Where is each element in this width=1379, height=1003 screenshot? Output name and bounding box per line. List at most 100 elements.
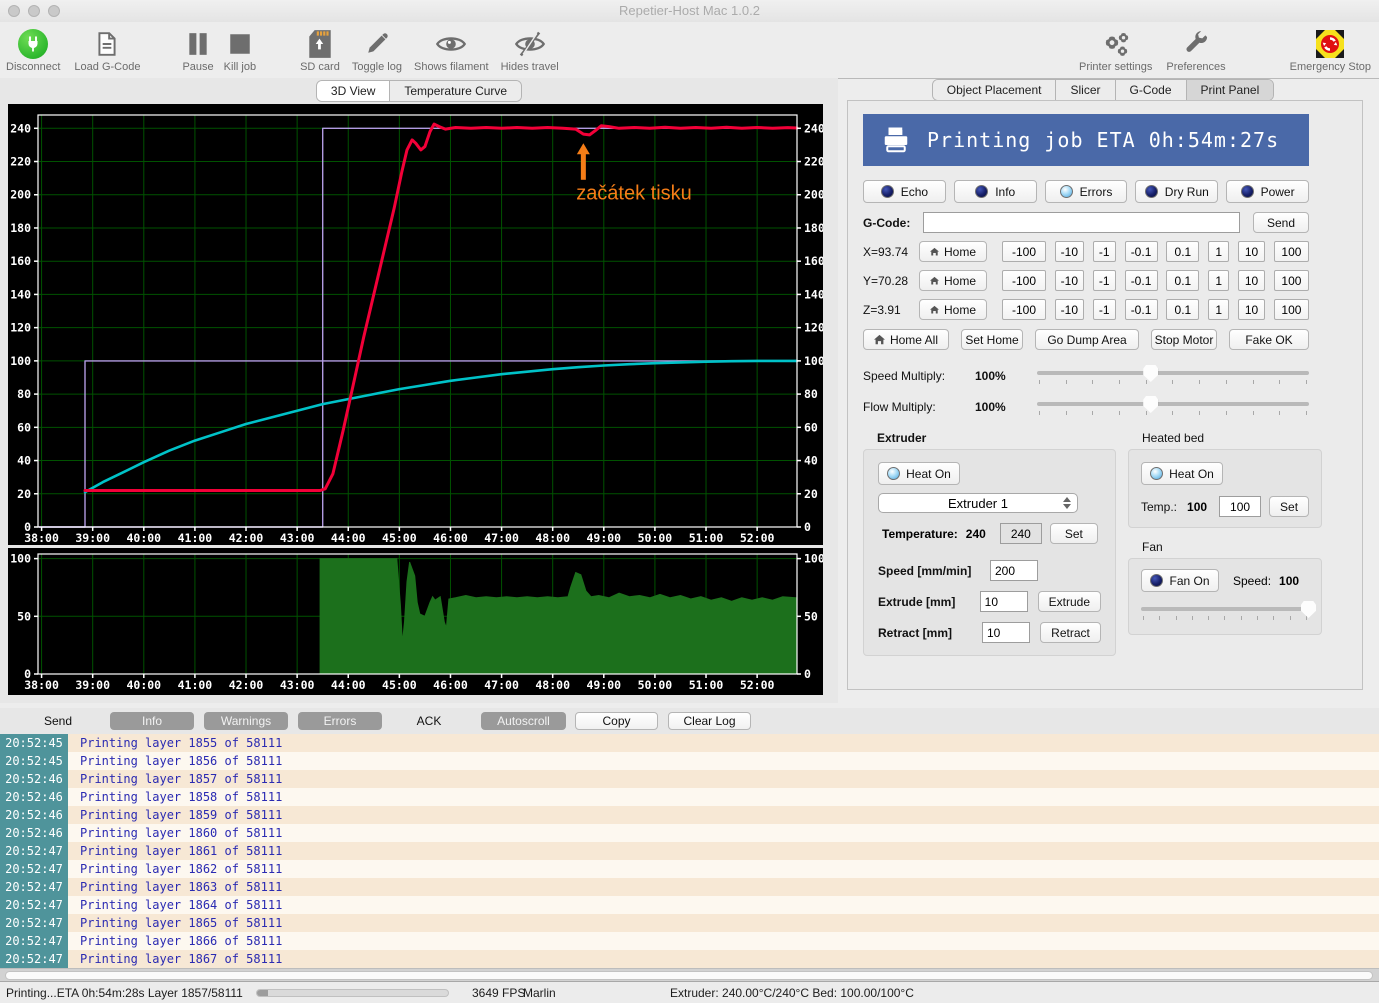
svg-text:39:00: 39:00 — [75, 678, 110, 692]
set-home-button[interactable]: Set Home — [961, 329, 1023, 350]
toolbar-item-kill-job[interactable]: Kill job — [224, 28, 256, 73]
toggle-echo-button[interactable]: Echo — [863, 180, 946, 203]
home-all-button[interactable]: Home All — [863, 329, 949, 350]
tab-object-placement[interactable]: Object Placement — [933, 80, 1057, 100]
extruder-set-button[interactable]: Set — [1050, 523, 1098, 544]
log-clear-log-button[interactable]: Clear Log — [668, 712, 751, 730]
toolbar-item-printer-settings[interactable]: Printer settings — [1079, 28, 1152, 73]
toolbar-item-label: Printer settings — [1079, 61, 1152, 73]
log-info-button[interactable]: Info — [110, 712, 194, 730]
jog-y-button[interactable]: -1 — [1093, 270, 1116, 291]
svg-text:180: 180 — [10, 221, 31, 235]
toolbar-item-pause[interactable]: Pause — [182, 28, 213, 73]
fake-ok-button[interactable]: Fake OK — [1229, 329, 1309, 350]
toggle-dry-run-button[interactable]: Dry Run — [1135, 180, 1218, 203]
jog-z-button[interactable]: -100 — [1002, 299, 1046, 320]
slider-track[interactable] — [1141, 607, 1309, 611]
log-warnings-button[interactable]: Warnings — [204, 712, 288, 730]
jog-x-button[interactable]: -100 — [1002, 241, 1046, 262]
jog-z-button[interactable]: 100 — [1274, 299, 1309, 320]
toggle-info-button[interactable]: Info — [954, 180, 1037, 203]
jog-z-button[interactable]: 10 — [1238, 299, 1265, 320]
jog-x-button[interactable]: -10 — [1055, 241, 1084, 262]
speed-multiply-label: Speed Multiply: — [863, 369, 975, 383]
jog-x-button[interactable]: -0.1 — [1125, 241, 1158, 262]
toolbar-item-emergency-stop[interactable]: Emergency Stop — [1290, 28, 1371, 73]
extruder-speed-input[interactable] — [990, 560, 1038, 581]
log-message: Printing layer 1856 of 58111 — [68, 752, 1379, 770]
jog-y-button[interactable]: -0.1 — [1125, 270, 1158, 291]
toolbar-item-disconnect[interactable]: Disconnect — [6, 28, 60, 73]
jog-z-button[interactable]: 1 — [1208, 299, 1229, 320]
status-fps: 3649 FPS — [472, 986, 525, 1000]
log-horizontal-scrollbar[interactable] — [0, 968, 1379, 981]
toggle-power-button[interactable]: Power — [1226, 180, 1309, 203]
jog-x-button[interactable]: 0.1 — [1166, 241, 1199, 262]
home-x-button[interactable]: Home — [919, 241, 987, 262]
svg-text:44:00: 44:00 — [331, 531, 366, 545]
toolbar-item-shows-filament[interactable]: Shows filament — [414, 28, 489, 73]
retract-button[interactable]: Retract — [1040, 622, 1101, 643]
extrude-button[interactable]: Extrude — [1038, 591, 1101, 612]
jog-x-button[interactable]: 10 — [1238, 241, 1265, 262]
home-z-button[interactable]: Home — [919, 299, 987, 320]
extruder-temp-current: 240 — [966, 527, 986, 541]
jog-z-button[interactable]: -10 — [1055, 299, 1084, 320]
tab-slicer[interactable]: Slicer — [1056, 80, 1115, 100]
toggle-errors-button[interactable]: Errors — [1045, 180, 1128, 203]
stop-motor-button[interactable]: Stop Motor — [1151, 329, 1217, 350]
jog-y-button[interactable]: -100 — [1002, 270, 1046, 291]
svg-text:47:00: 47:00 — [484, 531, 519, 545]
extruder-selector[interactable]: Extruder 1 — [878, 493, 1078, 513]
home-icon — [930, 275, 939, 287]
jog-x-button[interactable]: 100 — [1274, 241, 1309, 262]
bed-heat-on-button[interactable]: Heat On — [1141, 462, 1223, 485]
extrude-length-input[interactable] — [980, 591, 1028, 612]
go-dump-area-button[interactable]: Go Dump Area — [1035, 329, 1139, 350]
jog-y-button[interactable]: -10 — [1055, 270, 1084, 291]
svg-text:42:00: 42:00 — [229, 678, 264, 692]
speed-multiply-slider[interactable] — [1037, 364, 1309, 388]
extruder-temp-input[interactable] — [1000, 523, 1042, 544]
toolbar-item-preferences[interactable]: Preferences — [1166, 28, 1225, 73]
gcode-input[interactable] — [923, 212, 1240, 233]
toolbar-item-hides-travel[interactable]: Hides travel — [501, 28, 559, 73]
log-errors-button[interactable]: Errors — [298, 712, 382, 730]
jog-z-button[interactable]: -1 — [1093, 299, 1116, 320]
jog-z-button[interactable]: 0.1 — [1166, 299, 1199, 320]
extruder-heat-on-button[interactable]: Heat On — [878, 462, 960, 485]
heated-bed-group-title: Heated bed — [1142, 431, 1322, 445]
toolbar-item-toggle-log[interactable]: Toggle log — [352, 28, 402, 73]
fan-on-button[interactable]: Fan On — [1141, 569, 1219, 592]
jog-y-button[interactable]: 10 — [1238, 270, 1265, 291]
retract-length-input[interactable] — [982, 622, 1030, 643]
jog-y-button[interactable]: 0.1 — [1166, 270, 1199, 291]
toolbar-item-load-gcode[interactable]: Load G-Code — [74, 28, 140, 73]
home-y-button[interactable]: Home — [919, 270, 987, 291]
log-message: Printing layer 1855 of 58111 — [68, 734, 1379, 752]
log-copy-button[interactable]: Copy — [575, 712, 658, 730]
toolbar-item-sd-card[interactable]: SD card — [300, 28, 340, 73]
jog-z-button[interactable]: -0.1 — [1125, 299, 1158, 320]
tab-temperature-curve[interactable]: Temperature Curve — [390, 81, 521, 101]
wrench-icon — [1182, 28, 1210, 60]
flow-multiply-slider[interactable] — [1037, 395, 1309, 419]
slider-track[interactable] — [1037, 371, 1309, 375]
log-autoscroll-button[interactable]: Autoscroll — [481, 712, 566, 730]
jog-y-button[interactable]: 1 — [1208, 270, 1229, 291]
scrollbar-thumb[interactable] — [5, 971, 1373, 980]
fan-led-icon — [1150, 574, 1163, 587]
log-message: Printing layer 1865 of 58111 — [68, 914, 1379, 932]
fan-speed-slider[interactable] — [1141, 600, 1309, 624]
slider-track[interactable] — [1037, 402, 1309, 406]
fan-speed-label: Speed: — [1233, 574, 1271, 588]
tab-print-panel[interactable]: Print Panel — [1187, 80, 1274, 100]
jog-x-button[interactable]: 1 — [1208, 241, 1229, 262]
jog-y-button[interactable]: 100 — [1274, 270, 1309, 291]
tab-3d-view[interactable]: 3D View — [317, 81, 390, 101]
gcode-send-button[interactable]: Send — [1253, 212, 1309, 233]
jog-x-button[interactable]: -1 — [1093, 241, 1116, 262]
bed-temp-input[interactable] — [1219, 496, 1261, 517]
tab-g-code[interactable]: G-Code — [1116, 80, 1187, 100]
bed-set-button[interactable]: Set — [1269, 496, 1309, 517]
